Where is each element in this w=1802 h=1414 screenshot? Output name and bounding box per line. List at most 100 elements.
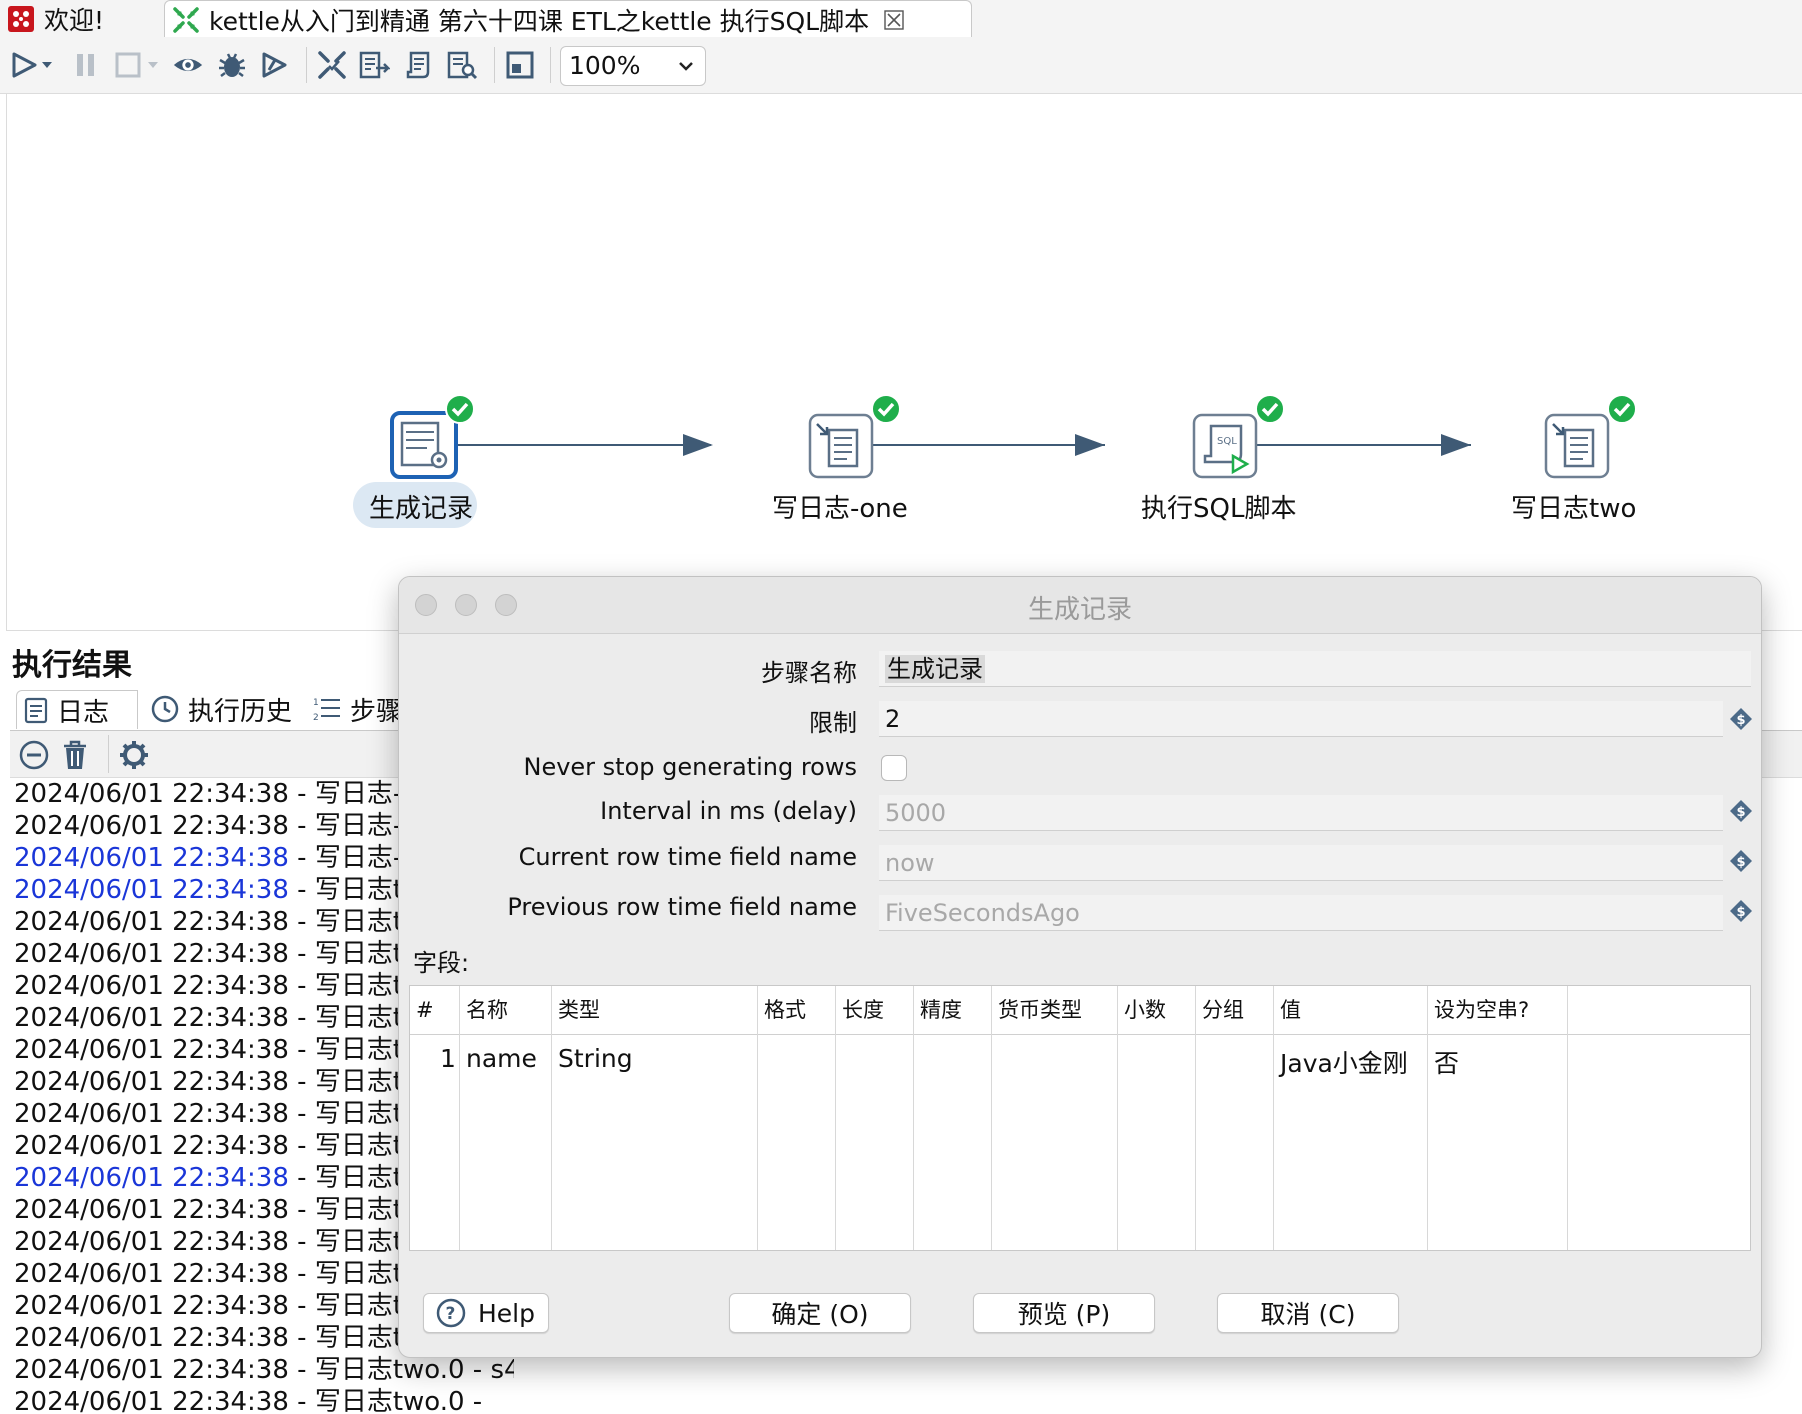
settings-icon[interactable] (118, 739, 150, 775)
svg-text:?: ? (446, 1304, 456, 1324)
log-timestamp: 2024/06/01 22:34:38 (14, 1035, 289, 1065)
explore-db-icon[interactable] (446, 49, 478, 81)
checkmark-icon (1255, 394, 1285, 424)
previous-row-time-input[interactable]: FiveSecondsAgo (879, 895, 1723, 931)
log-timestamp: 2024/06/01 22:34:38 (14, 875, 289, 905)
row-index-cell: 1 (440, 1044, 456, 1073)
log-message: - 写日志two.0 - s4 = 1 (297, 1355, 514, 1385)
log-icon (23, 696, 49, 724)
checkmark-icon (445, 394, 475, 424)
tab-step-metrics[interactable]: 12 步骤 (312, 690, 402, 728)
hop-3[interactable] (1257, 434, 1471, 456)
tab-welcome[interactable]: 欢迎! (0, 0, 160, 37)
tab-log[interactable]: 日志 (16, 690, 138, 729)
column-header[interactable]: 小数 (1118, 986, 1196, 1034)
log-timestamp: 2024/06/01 22:34:38 (14, 1131, 289, 1161)
log-timestamp: 2024/06/01 22:34:38 (14, 1323, 289, 1353)
log-message: - 写日志two.0 - (288, 1387, 483, 1414)
zoom-select[interactable]: 100% (560, 46, 706, 86)
tab-transformation[interactable]: kettle从入门到精通 第六十四课 ETL之kettle 执行SQL脚本 (164, 0, 972, 38)
step-write-log-one[interactable] (807, 412, 875, 480)
never-stop-checkbox[interactable] (881, 755, 907, 781)
stop-dropdown-icon[interactable] (146, 49, 160, 81)
transformation-canvas[interactable]: 生成记录 写日志-one SQL 执行SQL脚本 写日志two (6, 94, 1802, 631)
limit-input[interactable]: 2 (879, 701, 1723, 737)
svg-text:1: 1 (313, 698, 319, 708)
tab-step-metrics-label: 步骤 (350, 696, 403, 727)
type-cell[interactable]: String (558, 1044, 633, 1073)
variable-icon[interactable]: $ (1729, 707, 1753, 731)
help-button[interactable]: ? Help (423, 1293, 549, 1333)
generate-rows-dialog: 生成记录 步骤名称 生成记录 限制 2 $ Never stop generat… (398, 576, 1762, 1358)
interval-input[interactable]: 5000 (879, 795, 1723, 831)
column-header[interactable]: 分组 (1196, 986, 1274, 1034)
log-timestamp: 2024/06/01 22:34:38 (14, 1355, 289, 1385)
column-header[interactable]: 值 (1274, 986, 1428, 1034)
log-timestamp: 2024/06/01 22:34:38 (14, 1227, 289, 1257)
variable-icon[interactable]: $ (1729, 799, 1753, 823)
help-label: Help (478, 1298, 535, 1328)
write-log-icon (808, 413, 874, 479)
step-write-log-two[interactable] (1543, 412, 1611, 480)
tab-history-label: 执行历史 (188, 696, 293, 727)
editor-tab-strip: 欢迎! kettle从入门到精通 第六十四课 ETL之kettle 执行SQL脚… (0, 0, 1802, 38)
log-timestamp: 2024/06/01 22:34:38 (14, 971, 289, 1001)
column-header[interactable]: 精度 (914, 986, 992, 1034)
variable-icon[interactable]: $ (1729, 849, 1753, 873)
chevron-down-icon[interactable] (673, 53, 699, 79)
current-row-time-input[interactable]: now (879, 845, 1723, 881)
debug-icon[interactable] (216, 49, 248, 81)
column-header[interactable]: 类型 (552, 986, 758, 1034)
set-empty-cell[interactable]: 否 (1434, 1044, 1459, 1080)
pause-icon[interactable] (70, 49, 102, 81)
delete-icon[interactable] (60, 739, 90, 775)
step-label-write-log-two[interactable]: 写日志two (1511, 488, 1636, 525)
verify-icon[interactable] (316, 49, 348, 81)
stop-icon[interactable] (112, 49, 144, 81)
hops-layer (457, 434, 1471, 456)
name-cell[interactable]: name (466, 1044, 537, 1073)
show-results-icon[interactable] (504, 49, 536, 81)
hop-1[interactable] (457, 434, 713, 456)
column-header[interactable]: 格式 (758, 986, 836, 1034)
step-execute-sql[interactable]: SQL (1191, 412, 1259, 480)
checkmark-icon (871, 394, 901, 424)
impact-icon[interactable] (358, 49, 390, 81)
sql-icon[interactable] (402, 49, 434, 81)
log-timestamp: 2024/06/01 22:34:38 (14, 939, 289, 969)
run-icon[interactable] (8, 49, 40, 81)
cancel-button[interactable]: 取消 (C) (1217, 1293, 1399, 1333)
column-header[interactable]: 货币类型 (992, 986, 1118, 1034)
step-label-write-log-one[interactable]: 写日志-one (772, 488, 908, 525)
step-label-generate-rows[interactable]: 生成记录 (369, 488, 473, 525)
log-timestamp: 2024/06/01 22:34:38 (14, 1003, 289, 1033)
execute-sql-icon: SQL (1192, 413, 1258, 479)
preview-button[interactable]: 预览 (P) (973, 1293, 1155, 1333)
variable-icon[interactable]: $ (1729, 899, 1753, 923)
transformation-toolbar: 100% (0, 37, 1802, 94)
preview-icon[interactable] (172, 49, 204, 81)
log-timestamp: 2024/06/01 22:34:38 (14, 1195, 289, 1225)
column-header[interactable]: # (410, 986, 460, 1034)
column-header[interactable]: 名称 (460, 986, 552, 1034)
checkmark-icon (1607, 394, 1637, 424)
replay-icon[interactable] (258, 49, 290, 81)
column-header[interactable]: 设为空串? (1428, 986, 1568, 1034)
log-timestamp: 2024/06/01 22:34:38 (14, 779, 289, 809)
run-dropdown-icon[interactable] (40, 49, 54, 81)
ok-button[interactable]: 确定 (O) (729, 1293, 911, 1333)
log-timestamp: 2024/06/01 22:34:38 (14, 1067, 289, 1097)
step-name-input[interactable]: 生成记录 (879, 651, 1751, 687)
log-timestamp: 2024/06/01 22:34:38 (14, 907, 289, 937)
hop-2[interactable] (873, 434, 1105, 456)
step-label-execute-sql[interactable]: 执行SQL脚本 (1141, 488, 1296, 525)
results-panel-title: 执行结果 (12, 648, 132, 683)
svg-text:SQL: SQL (1217, 436, 1237, 447)
tab-history[interactable]: 执行历史 (150, 690, 292, 728)
fields-table[interactable]: # 名称 类型 格式 长度 精度 货币类型 小数 分组 值 设为空串? 1 na… (409, 985, 1751, 1251)
close-tab-icon[interactable] (883, 9, 905, 31)
step-name-value: 生成记录 (885, 655, 985, 683)
column-header[interactable]: 长度 (836, 986, 914, 1034)
value-cell[interactable]: Java小金刚 (1280, 1044, 1408, 1080)
clear-log-icon[interactable] (18, 739, 50, 775)
